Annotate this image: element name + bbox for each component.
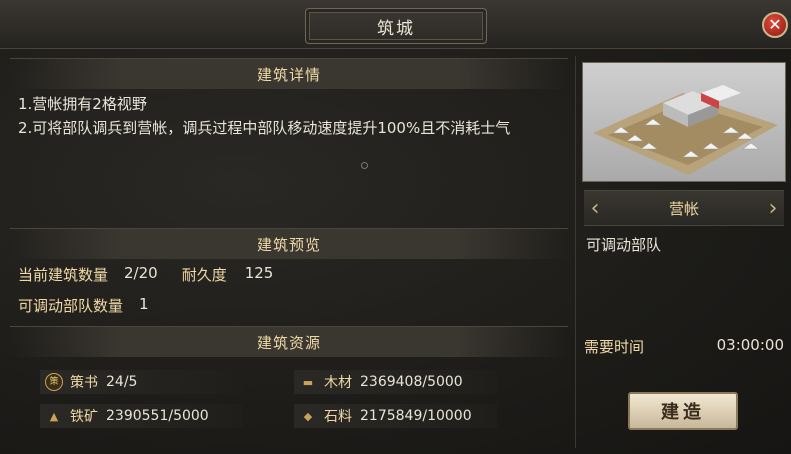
durability-label: 耐久度 xyxy=(181,266,227,284)
resource-wood: ▬ 木材 2369408/5000 xyxy=(294,370,497,394)
title-bar: 筑城 ✕ xyxy=(0,0,791,49)
resource-label: 石料 xyxy=(324,409,352,425)
details-header: 建筑详情 xyxy=(10,58,568,89)
troops-value: 1 xyxy=(139,295,149,313)
resource-value: 2175849/10000 xyxy=(360,408,472,424)
details-text: 1.营帐拥有2格视野 2.可将部队调兵到营帐，调兵过程中部队移动速度提升100%… xyxy=(18,92,563,140)
resource-label: 木材 xyxy=(324,375,352,391)
close-button[interactable]: ✕ xyxy=(762,12,788,38)
left-panel: 建筑详情 1.营帐拥有2格视野 2.可将部队调兵到营帐，调兵过程中部队移动速度提… xyxy=(10,56,568,448)
building-preview-image xyxy=(582,62,786,182)
count-row: 当前建筑数量 2/20 耐久度 125 xyxy=(18,264,273,285)
dialog-title: 筑城 xyxy=(305,8,487,44)
time-label: 需要时间 xyxy=(584,338,645,356)
resource-iron: ▲ 铁矿 2390551/5000 xyxy=(40,404,243,428)
camp-illustration xyxy=(593,85,778,175)
building-description: 可调动部队 xyxy=(586,236,662,254)
time-row: 需要时间 03:00:00 xyxy=(584,336,784,357)
detail-line: 2.可将部队调兵到营帐，调兵过程中部队移动速度提升100%且不消耗士气 xyxy=(18,119,511,137)
time-value: 03:00:00 xyxy=(716,336,784,354)
resource-value: 2369408/5000 xyxy=(360,374,463,390)
next-arrow-icon[interactable]: › xyxy=(762,193,784,223)
scroll-dot xyxy=(361,162,368,169)
build-button[interactable]: 建造 xyxy=(628,392,738,430)
durability-value: 125 xyxy=(244,264,274,282)
prev-arrow-icon[interactable]: ‹ xyxy=(584,193,606,223)
stone-icon: ◆ xyxy=(303,409,313,423)
resource-label: 策书 xyxy=(70,375,98,391)
resource-stone: ◆ 石料 2175849/10000 xyxy=(294,404,497,428)
resources-header: 建筑资源 xyxy=(10,326,568,357)
building-selector: ‹ 营帐 › xyxy=(584,190,784,226)
building-name: 营帐 xyxy=(668,199,699,218)
detail-line: 1.营帐拥有2格视野 xyxy=(18,95,147,113)
resource-book: 策 策书 24/5 xyxy=(40,370,243,394)
book-icon: 策 xyxy=(44,373,64,391)
resource-label: 铁矿 xyxy=(70,409,98,425)
dialog-frame: 筑城 ✕ 建筑详情 1.营帐拥有2格视野 2.可将部队调兵到营帐，调兵过程中部队… xyxy=(0,0,791,454)
count-label: 当前建筑数量 xyxy=(18,266,109,284)
troops-label: 可调动部队数量 xyxy=(18,297,124,315)
wood-icon: ▬ xyxy=(302,375,314,389)
count-value: 2/20 xyxy=(124,264,158,282)
resource-value: 24/5 xyxy=(106,374,138,390)
resource-value: 2390551/5000 xyxy=(106,408,209,424)
troops-row: 可调动部队数量 1 xyxy=(18,295,149,316)
iron-icon: ▲ xyxy=(49,409,59,423)
right-panel: ‹ 营帐 › 可调动部队 需要时间 03:00:00 建造 xyxy=(575,56,788,448)
preview-header: 建筑预览 xyxy=(10,228,568,259)
